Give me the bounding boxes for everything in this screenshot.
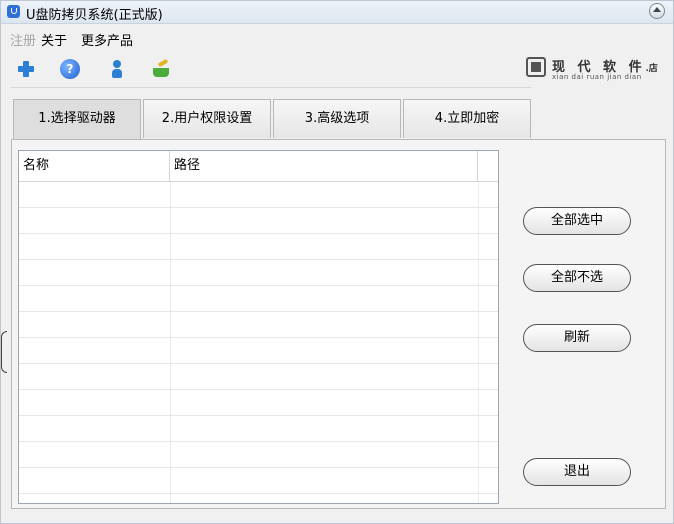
logo-pinyin: xian dai ruan jian dian	[552, 73, 642, 81]
table-row	[19, 390, 498, 416]
tab-encrypt-now[interactable]: 4.立即加密	[403, 99, 531, 138]
select-all-button[interactable]: 全部选中	[523, 207, 631, 235]
table-row	[19, 286, 498, 312]
table-row	[19, 468, 498, 494]
title-bar: U盘防拷贝系统(正式版)	[1, 1, 673, 24]
app-window: U盘防拷贝系统(正式版) 注册 关于 更多产品 ? 现 代 软 件.店 xian…	[0, 0, 674, 524]
resize-handle[interactable]	[1, 331, 7, 373]
window-title: U盘防拷贝系统(正式版)	[26, 8, 163, 23]
select-none-button[interactable]: 全部不选	[523, 264, 631, 292]
table-row	[19, 442, 498, 468]
table-row	[19, 364, 498, 390]
basket-icon[interactable]	[151, 59, 171, 79]
table-row	[19, 416, 498, 442]
shield-icon	[7, 5, 20, 18]
menu-register[interactable]: 注册	[10, 30, 36, 49]
refresh-button[interactable]: 刷新	[523, 324, 631, 352]
bottom-strip	[1, 511, 673, 523]
table-row	[19, 208, 498, 234]
table-body	[19, 182, 498, 503]
table-row	[19, 234, 498, 260]
tab-select-drive[interactable]: 1.选择驱动器	[13, 99, 141, 139]
tab-user-permissions[interactable]: 2.用户权限设置	[143, 99, 271, 138]
collapse-button[interactable]	[649, 3, 665, 19]
drive-panel: 名称 路径 全部选中 全部不选 刷新 退出	[11, 139, 666, 509]
exit-button[interactable]: 退出	[523, 458, 631, 486]
logo-suffix: .店	[645, 64, 658, 74]
table-header: 名称 路径	[19, 151, 498, 182]
menu-more-products[interactable]: 更多产品	[81, 30, 133, 49]
brand-logo: 现 代 软 件.店 xian dai ruan jian dian	[526, 55, 661, 85]
menu-bar: 注册 关于 更多产品	[1, 24, 673, 49]
toolbar: ?	[11, 51, 531, 88]
table-row	[19, 182, 498, 208]
logo-mark-icon	[526, 57, 546, 77]
plus-icon[interactable]	[16, 59, 36, 79]
help-icon[interactable]: ?	[60, 59, 80, 79]
tab-advanced-options[interactable]: 3.高级选项	[273, 99, 401, 138]
column-header-path[interactable]: 路径	[170, 151, 478, 181]
menu-about[interactable]: 关于	[41, 30, 67, 49]
user-icon[interactable]	[107, 59, 127, 79]
table-row	[19, 338, 498, 364]
table-row	[19, 494, 498, 503]
table-row	[19, 260, 498, 286]
table-row	[19, 312, 498, 338]
drive-table[interactable]: 名称 路径	[18, 150, 499, 504]
column-header-name[interactable]: 名称	[19, 151, 170, 181]
